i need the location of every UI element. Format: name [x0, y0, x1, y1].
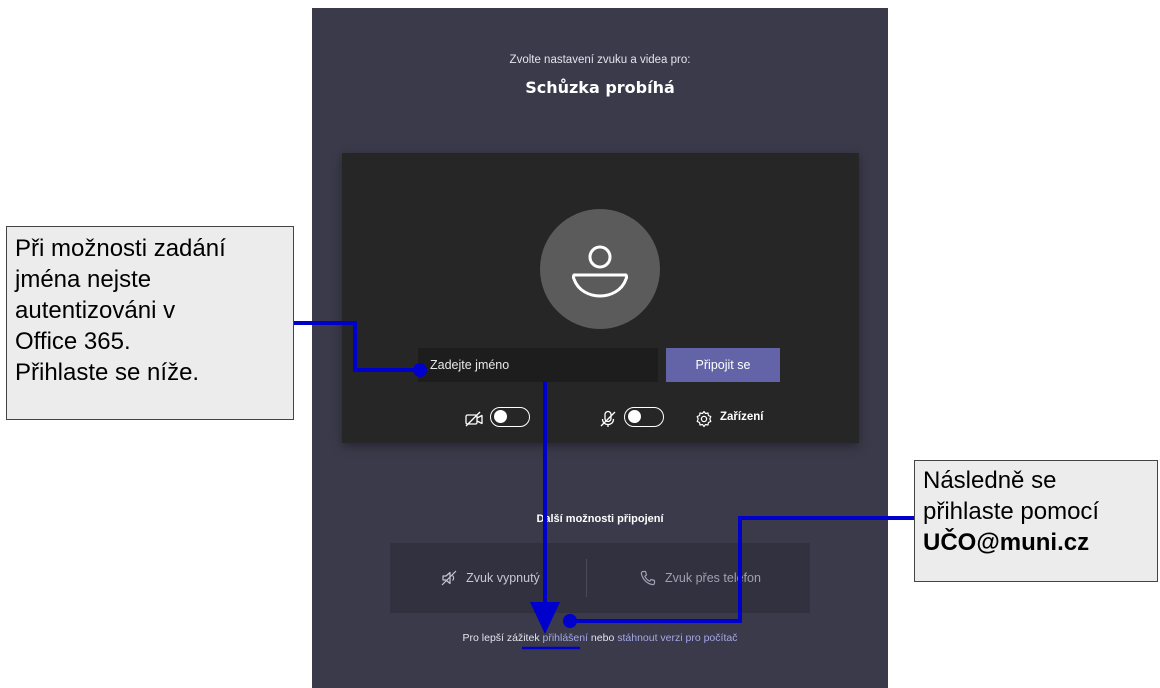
- meeting-subtitle: Zvolte nastavení zvuku a videa pro:: [509, 54, 691, 66]
- footer-signin-text: Pro lepší zážitek přihlášení nebo stáhno…: [312, 632, 888, 644]
- audio-options: Zvuk vypnutý Zvuk přes telefon: [390, 543, 810, 613]
- avatar: [540, 209, 660, 329]
- person-icon: [571, 245, 629, 298]
- audio-off-option[interactable]: Zvuk vypnutý: [390, 543, 590, 613]
- video-preview-panel: Připojit se Zařízení: [342, 153, 859, 443]
- gear-icon[interactable]: [694, 409, 714, 429]
- download-link[interactable]: stáhnout verzi pro počítač: [617, 632, 737, 644]
- annotation-right-line: přihlaste pomocí: [923, 498, 1100, 525]
- teams-prejoin-screen: Zvolte nastavení zvuku a videa pro: Schů…: [312, 8, 888, 688]
- camera-toggle[interactable]: [490, 407, 530, 427]
- meeting-title: Schůzka probíhá: [525, 78, 675, 97]
- device-settings-label[interactable]: Zařízení: [720, 411, 763, 433]
- annotation-right-line: UČO@muni.cz: [923, 529, 1090, 556]
- camera-toggle-knob: [494, 410, 507, 423]
- join-button[interactable]: Připojit se: [666, 348, 780, 382]
- annotation-left-line: Office 365.: [15, 328, 131, 355]
- annotation-left-line: autentizováni v: [15, 297, 176, 324]
- camera-off-icon: [465, 411, 483, 427]
- annotation-right: Následně se přihlaste pomocí UČO@muni.cz: [914, 460, 1158, 582]
- annotation-right-line: Následně se: [923, 467, 1057, 494]
- phone-audio-label: Zvuk přes telefon: [665, 571, 761, 585]
- phone-icon: [640, 570, 656, 586]
- name-input[interactable]: [418, 348, 658, 382]
- annotation-left-line: Při možnosti zadání: [15, 235, 226, 262]
- signin-link[interactable]: přihlášení: [542, 632, 588, 644]
- mic-toggle-knob: [628, 410, 641, 423]
- footer-prefix: Pro lepší zážitek: [462, 632, 543, 644]
- audio-off-label: Zvuk vypnutý: [466, 571, 540, 585]
- phone-audio-option[interactable]: Zvuk přes telefon: [600, 543, 800, 613]
- annotation-left: Při možnosti zadání jména nejste autenti…: [6, 226, 294, 420]
- footer-middle: nebo: [588, 632, 618, 644]
- mic-off-icon: [600, 410, 616, 427]
- annotation-left-line: jména nejste: [15, 266, 152, 293]
- annotation-left-line: Přihlaste se níže.: [15, 359, 200, 386]
- speaker-off-icon: [441, 570, 457, 586]
- mic-toggle[interactable]: [624, 407, 664, 427]
- more-options-title: Další možnosti připojení: [536, 513, 664, 525]
- options-divider: [586, 559, 587, 597]
